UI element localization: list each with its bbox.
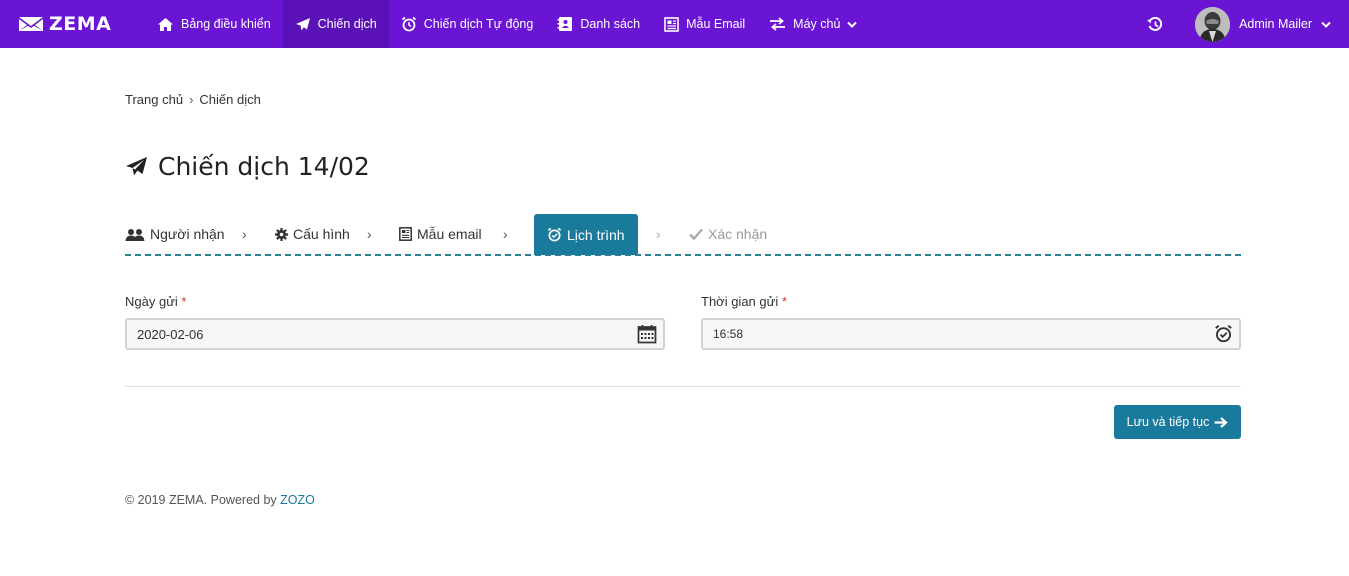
step-label: Xác nhận <box>708 226 768 242</box>
history-button[interactable] <box>1135 0 1175 48</box>
step-label: Lịch trình <box>567 226 625 243</box>
step-recipients[interactable]: Người nhận <box>125 214 225 254</box>
chevron-down-icon <box>847 21 858 28</box>
avatar <box>1195 6 1231 42</box>
footer-text: © 2019 ZEMA. Powered by <box>125 493 277 507</box>
nav-item-lists[interactable]: Danh sách <box>545 0 652 48</box>
exchange-icon <box>770 17 786 31</box>
step-separator: › <box>503 226 508 242</box>
calendar-icon[interactable] <box>637 324 657 344</box>
alarm-clock-icon[interactable] <box>1214 324 1233 343</box>
nav-right: Admin Mailer <box>1135 0 1349 48</box>
footer: © 2019 ZEMA. Powered by ZOZO <box>125 493 315 507</box>
check-icon <box>689 228 703 240</box>
brand-logo[interactable]: ZEMA <box>18 0 111 48</box>
page-header: Chiến dịch 14/02 <box>125 152 370 181</box>
alarm-clock-icon <box>401 16 416 32</box>
paper-plane-icon <box>126 157 147 176</box>
nav-item-email-templates[interactable]: Mẫu Email <box>652 0 757 48</box>
breadcrumb: Trang chủ › Chiến dịch <box>125 92 261 107</box>
campaign-steps: Người nhận › Cấu hình › Mẫu email › Lịch… <box>125 214 1241 256</box>
nav-item-auto-campaigns[interactable]: Chiến dịch Tự động <box>389 0 546 48</box>
user-menu[interactable]: Admin Mailer <box>1195 6 1349 42</box>
nav-item-label: Mẫu Email <box>686 17 746 31</box>
brand-name: ZEMA <box>49 13 112 35</box>
nav-item-label: Chiến dịch Tự động <box>423 17 534 31</box>
step-email-template[interactable]: Mẫu email <box>399 214 482 254</box>
paper-plane-icon <box>295 17 310 30</box>
footer-link[interactable]: ZOZO <box>280 493 315 507</box>
nav-item-servers[interactable]: Máy chủ <box>757 0 869 48</box>
history-icon <box>1147 16 1163 31</box>
send-date-label: Ngày gửi * <box>125 294 186 309</box>
send-date-value: 2020-02-06 <box>137 326 204 342</box>
send-time-field[interactable]: 16:58 <box>701 318 1241 350</box>
chevron-down-icon <box>1321 21 1331 28</box>
gear-icon <box>275 227 288 241</box>
top-navbar: ZEMA Bảng điều khiển Chiến dịch Chiến dị… <box>0 0 1349 48</box>
nav-item-dashboard[interactable]: Bảng điều khiển <box>145 0 283 48</box>
users-icon <box>125 228 145 241</box>
breadcrumb-home[interactable]: Trang chủ <box>125 92 183 107</box>
nav-item-label: Chiến dịch <box>317 17 377 31</box>
nav-item-label: Máy chủ <box>793 17 841 31</box>
user-name: Admin Mailer <box>1239 17 1312 31</box>
arrow-right-icon <box>1214 416 1229 428</box>
send-date-field[interactable]: 2020-02-06 <box>125 318 665 350</box>
step-config[interactable]: Cấu hình <box>275 214 350 254</box>
breadcrumb-current: Chiến dịch <box>199 92 261 107</box>
nav-item-label: Bảng điều khiển <box>181 17 271 31</box>
newspaper-icon <box>664 16 679 32</box>
step-label: Người nhận <box>150 226 225 242</box>
step-label: Mẫu email <box>417 226 482 242</box>
form-divider <box>125 386 1241 387</box>
send-time-label: Thời gian gửi * <box>701 294 787 309</box>
alarm-clock-icon <box>547 227 562 242</box>
save-continue-label: Lưu và tiếp tục <box>1126 415 1210 429</box>
main-nav: Bảng điều khiển Chiến dịch Chiến dịch Tự… <box>145 0 869 48</box>
step-schedule[interactable]: Lịch trình <box>534 214 638 255</box>
envelope-logo-icon <box>19 17 43 31</box>
breadcrumb-separator: › <box>189 92 194 107</box>
send-date-label-text: Ngày gửi <box>125 294 178 309</box>
step-separator: › <box>242 226 247 242</box>
step-label: Cấu hình <box>293 226 350 242</box>
step-separator: › <box>367 226 372 242</box>
save-continue-button[interactable]: Lưu và tiếp tục <box>1114 405 1241 439</box>
home-icon <box>158 17 173 31</box>
nav-item-label: Danh sách <box>580 17 641 31</box>
newspaper-icon <box>399 227 412 241</box>
contact-book-icon <box>557 17 573 31</box>
step-confirm: Xác nhận <box>689 214 767 254</box>
required-mark: * <box>781 294 787 309</box>
nav-item-campaigns[interactable]: Chiến dịch <box>282 0 389 48</box>
send-time-value: 16:58 <box>713 327 744 341</box>
step-separator: › <box>656 226 661 242</box>
send-time-label-text: Thời gian gửi <box>701 294 779 309</box>
required-mark: * <box>181 294 187 309</box>
page-title: Chiến dịch 14/02 <box>158 152 370 181</box>
